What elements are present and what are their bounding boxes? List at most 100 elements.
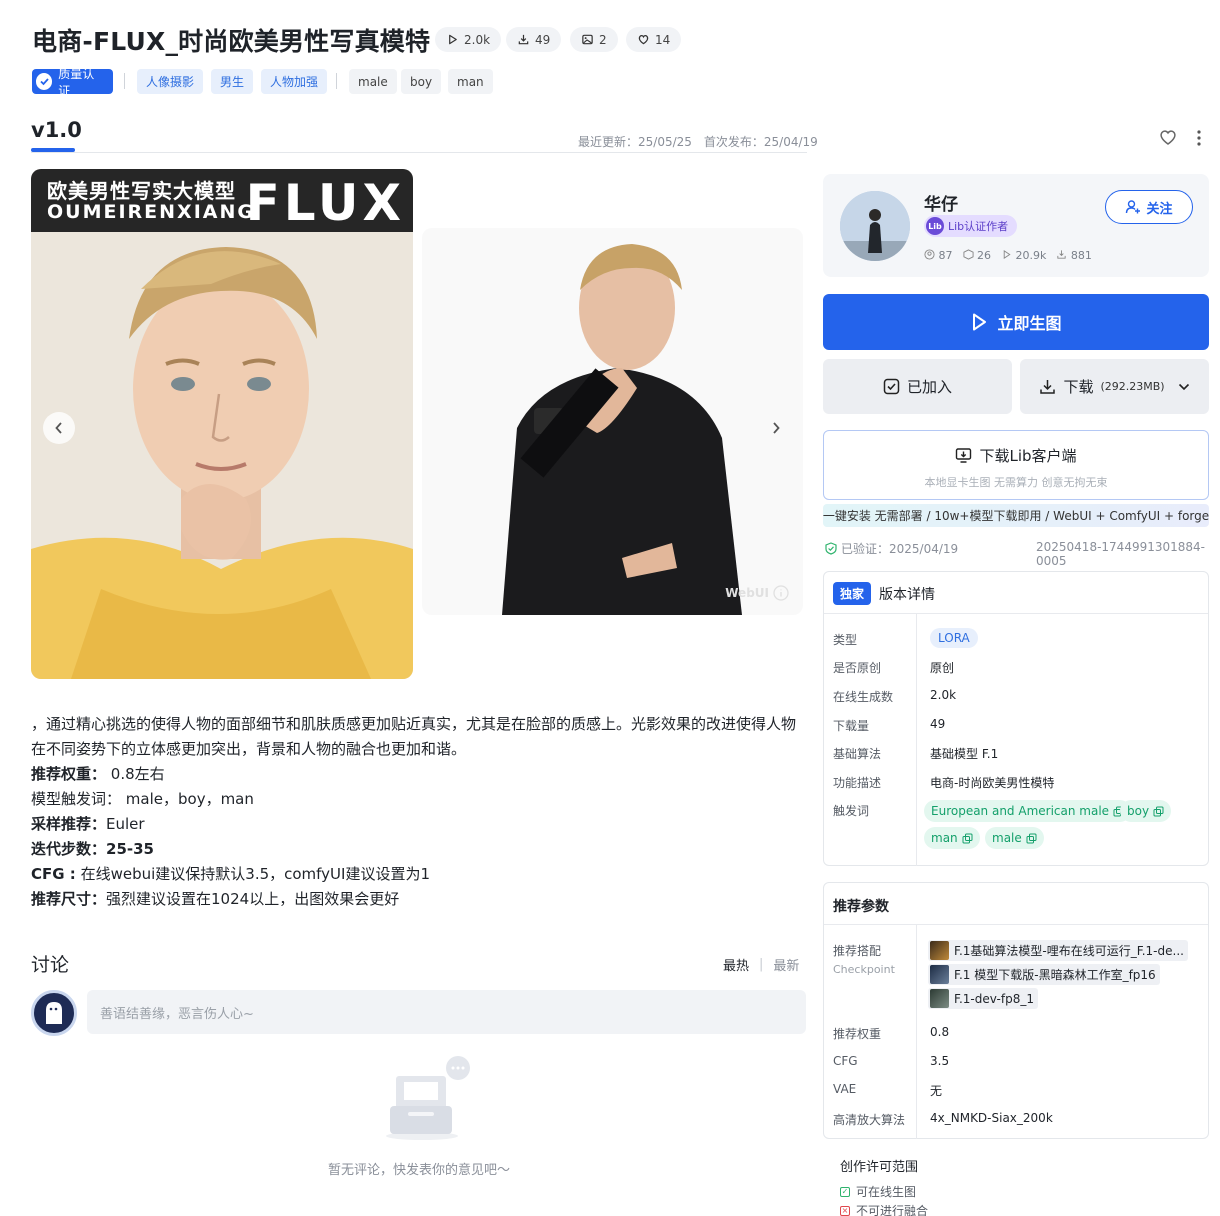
param-value-weight: 0.8 xyxy=(930,1025,950,1039)
author-models: 26 xyxy=(962,249,991,262)
inbox-icon xyxy=(386,1056,470,1140)
shield-check-icon xyxy=(825,542,837,555)
detail-label-online-gens: 在线生成数 xyxy=(833,690,894,704)
license-title: 创作许可范围 xyxy=(840,1160,919,1175)
preview-image-secondary[interactable]: WebUI xyxy=(422,228,803,615)
checkpoint-item[interactable]: F.1基础算法模型-哩布在线可运行_F.1-de... xyxy=(928,940,1188,961)
license-item-label: 不可进行融合 xyxy=(856,1204,929,1216)
download-count: 49 xyxy=(535,32,551,47)
desktop-download-icon xyxy=(956,448,972,463)
favorite-icon[interactable] xyxy=(1158,128,1178,150)
verified-status: 已验证：2025/04/19 xyxy=(825,540,958,557)
copy-icon[interactable] xyxy=(962,833,973,844)
details-divider xyxy=(824,613,1208,614)
params-divider xyxy=(824,924,1208,925)
comment-sort: 最热 | 最新 xyxy=(723,955,799,974)
download-icon xyxy=(1040,380,1056,394)
weight-label: 推荐权重： xyxy=(31,765,107,783)
generate-now-button[interactable]: 立即生图 xyxy=(823,294,1209,350)
cfg-line: CFG : 在线webui建议保持默认3.5，comfyUI建议设置为1 xyxy=(31,862,806,887)
checkpoint-name: F.1 模型下载版-黑暗森林工作室_fp16 xyxy=(954,968,1156,982)
more-options-icon[interactable] xyxy=(1196,129,1202,151)
gallery-next-button[interactable] xyxy=(760,412,792,444)
trigger-chip-label: man xyxy=(931,831,958,845)
size-label: 推荐尺寸： xyxy=(31,890,107,908)
params-column-divider xyxy=(916,924,917,1139)
sort-new-tab[interactable]: 最新 xyxy=(773,955,799,974)
user-icon xyxy=(924,249,935,260)
keyword-man[interactable]: man xyxy=(448,69,493,94)
download-client-box[interactable]: 下载Lib客户端 本地显卡生图 无需算力 创意无拘无束 xyxy=(823,430,1209,500)
checkpoint-item[interactable]: F.1 模型下载版-黑暗森林工作室_fp16 xyxy=(928,964,1160,985)
param-label-cfg: CFG xyxy=(833,1054,858,1068)
copy-icon[interactable] xyxy=(1026,833,1037,844)
sort-hot-tab[interactable]: 最热 xyxy=(723,955,749,974)
client-title-label: 下载Lib客户端 xyxy=(979,447,1077,465)
copy-icon[interactable] xyxy=(1153,806,1164,817)
page-title: 电商-FLUX_时尚欧美男性写真模特 xyxy=(32,27,431,56)
param-label-weight: 推荐权重 xyxy=(833,1027,882,1041)
model-description: ，通过精心挑选的使得人物的面部细节和肌肤质感更加贴近真实，尤其是在脸部的质感上。… xyxy=(31,712,806,912)
like-count-stat[interactable]: 14 xyxy=(626,27,682,52)
param-value-upscaler: 4x_NMKD-Siax_200k xyxy=(930,1111,1053,1125)
trigger-chip[interactable]: male xyxy=(985,827,1044,849)
author-name[interactable]: 华仔 xyxy=(924,190,958,215)
download-count-stat: 49 xyxy=(506,27,562,52)
preview-image-primary[interactable]: 欧美男性写实大模型 OUMEIRENXIANG FLUX xyxy=(31,169,413,679)
last-updated: 最近更新：25/05/25 xyxy=(578,135,692,149)
tag-portrait[interactable]: 人像摄影 xyxy=(137,69,204,94)
keyword-boy[interactable]: boy xyxy=(401,69,442,94)
cube-icon xyxy=(962,249,974,260)
image-count-stat: 2 xyxy=(570,27,618,52)
exclusive-badge: 独家 xyxy=(833,582,872,605)
keyword-male[interactable]: male xyxy=(349,69,397,94)
detail-label-type: 类型 xyxy=(833,633,858,647)
checkpoint-thumbnail xyxy=(930,941,949,960)
version-details-header: 独家 版本详情 xyxy=(833,582,935,605)
ghost-avatar-icon xyxy=(46,1002,62,1024)
banner-title-en: OUMEIRENXIANG xyxy=(47,201,255,223)
version-dates: 最近更新：25/05/25 首次发布：25/04/19 xyxy=(578,133,818,150)
check-icon: ✓ xyxy=(840,1186,850,1197)
download-button[interactable]: 下载 (292.23MB) xyxy=(1020,359,1209,414)
follow-button[interactable]: 关注 xyxy=(1105,190,1193,224)
model-illustration xyxy=(422,228,803,615)
tag-character-enhance[interactable]: 人物加强 xyxy=(261,69,328,94)
author-downloads: 881 xyxy=(1056,249,1092,262)
trigger-chip[interactable]: man xyxy=(924,827,980,849)
cross-icon: × xyxy=(840,1205,850,1216)
download-size: (292.23MB) xyxy=(1100,380,1165,393)
certified-author-badge: Lib Lib认证作者 xyxy=(924,215,1018,237)
added-label: 已加入 xyxy=(906,378,952,396)
play-icon xyxy=(1003,249,1011,260)
tag-male[interactable]: 男生 xyxy=(211,69,254,94)
added-button[interactable]: 已加入 xyxy=(823,359,1012,414)
details-column-divider xyxy=(916,613,917,866)
comment-input[interactable]: 善语结善缘，恶言伤人心~ xyxy=(87,990,806,1034)
detail-label-triggers: 触发词 xyxy=(833,804,870,818)
trigger-value: male，boy，man xyxy=(125,790,254,808)
trigger-chip[interactable]: boy xyxy=(1120,800,1172,822)
trigger-chip[interactable]: European and American male xyxy=(924,800,1132,822)
author-followers-count: 87 xyxy=(938,249,953,262)
client-subtitle: 本地显卡生图 无需算力 创意无拘无束 xyxy=(924,476,1108,489)
version-tab[interactable]: v1.0 xyxy=(31,118,82,142)
gallery-prev-button[interactable] xyxy=(43,412,75,444)
trigger-label: 模型触发词： xyxy=(31,790,122,808)
play-icon xyxy=(973,313,987,331)
weight-value: 0.8左右 xyxy=(110,765,165,783)
run-count: 2.0k xyxy=(464,32,491,47)
param-value-vae: 无 xyxy=(930,1084,943,1098)
params-title: 推荐参数 xyxy=(833,899,889,915)
cfg-label: CFG : xyxy=(31,865,76,883)
empty-comments-text: 暂无评论，快发表你的意见吧～ xyxy=(327,1163,510,1178)
info-icon[interactable] xyxy=(773,585,789,601)
chevron-down-icon[interactable] xyxy=(1178,383,1190,391)
author-runs: 20.9k xyxy=(1001,249,1046,262)
author-downloads-count: 881 xyxy=(1070,249,1092,262)
heart-icon xyxy=(638,35,649,45)
author-avatar[interactable] xyxy=(840,191,910,261)
checkpoint-item[interactable]: F.1-dev-fp8_1 xyxy=(928,988,1038,1009)
version-details-title: 版本详情 xyxy=(879,586,936,603)
webui-watermark: WebUI xyxy=(725,585,789,601)
